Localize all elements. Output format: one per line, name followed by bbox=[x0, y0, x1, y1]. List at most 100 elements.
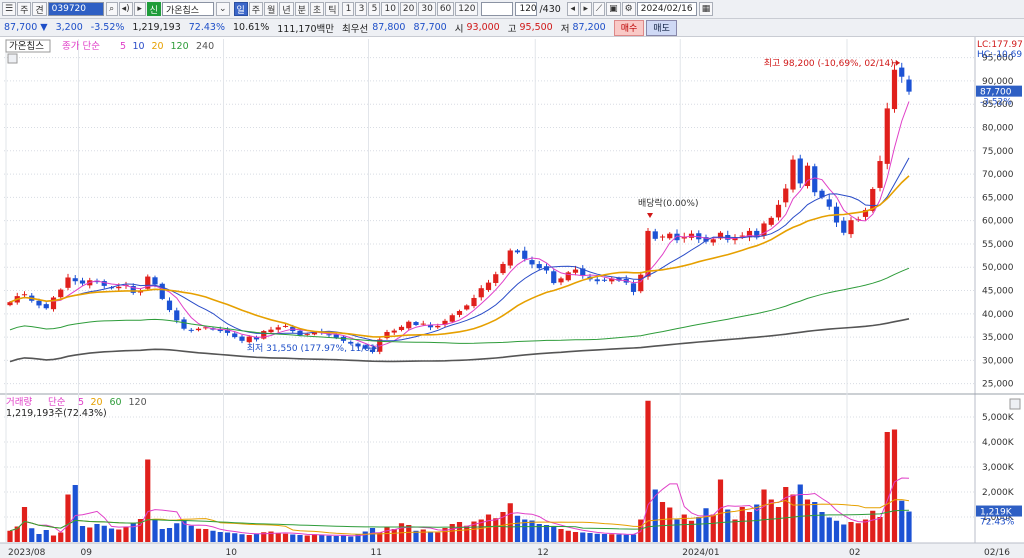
interval-120-button[interactable]: 120 bbox=[455, 2, 479, 16]
volume-bar bbox=[855, 523, 861, 542]
period-type-button[interactable]: 주 bbox=[17, 2, 32, 16]
period-day-button[interactable]: 일 bbox=[233, 2, 248, 16]
interval-1-button[interactable]: 1 bbox=[342, 2, 355, 16]
interval-60-button[interactable]: 60 bbox=[436, 2, 455, 16]
price-tick-label: 25,000 bbox=[982, 380, 1014, 390]
volume-bar bbox=[50, 535, 57, 542]
volume-bar bbox=[580, 532, 586, 542]
volume-bar bbox=[7, 530, 13, 542]
volume-bar bbox=[326, 535, 332, 542]
price-tick-label: 70,000 bbox=[982, 170, 1014, 180]
volume-tick-label: 4,000K bbox=[982, 438, 1015, 448]
candle-body bbox=[391, 330, 397, 333]
candle-body bbox=[594, 279, 600, 282]
period-year-button[interactable]: 년 bbox=[279, 2, 294, 16]
volume-bar bbox=[362, 531, 368, 542]
menu-icon[interactable]: ☰ bbox=[2, 2, 17, 16]
legend-price-label: 종가 단순 bbox=[62, 41, 100, 52]
speaker-icon[interactable]: ◂) bbox=[118, 2, 133, 16]
stock-code-input[interactable]: 039720 bbox=[47, 2, 104, 16]
candle-body bbox=[485, 282, 492, 290]
period-week-button[interactable]: 주 bbox=[248, 2, 264, 16]
candle-body bbox=[275, 327, 281, 330]
price-tick-label: 80,000 bbox=[982, 124, 1014, 134]
volume-bar bbox=[101, 525, 107, 542]
save-icon[interactable]: ▣ bbox=[606, 2, 621, 16]
price-tick-label: 35,000 bbox=[982, 333, 1014, 343]
stock-chart[interactable]: 95,00090,00085,00080,00075,00070,00065,0… bbox=[0, 37, 1024, 558]
interval-20-button[interactable]: 20 bbox=[399, 2, 418, 16]
best-ask: 87,700 bbox=[413, 22, 447, 33]
previous-icon[interactable]: ▸ bbox=[133, 2, 146, 16]
candle-body bbox=[116, 286, 122, 289]
price-tick-label: 65,000 bbox=[982, 193, 1014, 203]
candle-body bbox=[899, 67, 905, 77]
search-icon[interactable]: ⌕ bbox=[105, 2, 118, 16]
legend-price-period: 20 bbox=[152, 41, 164, 52]
volume-bar bbox=[87, 527, 93, 542]
interval-5-button[interactable]: 5 bbox=[368, 2, 381, 16]
volume-bar bbox=[732, 519, 738, 542]
volume-bar bbox=[623, 534, 629, 542]
price-change-pct: -3.52% bbox=[90, 22, 125, 33]
turnover-rate: 10.61% bbox=[233, 22, 270, 33]
x-tick-label: 2023/08 bbox=[8, 548, 46, 558]
volume-bar bbox=[108, 528, 115, 542]
legend-volume-name: 거래량 bbox=[6, 396, 32, 408]
period-month-button[interactable]: 월 bbox=[264, 2, 279, 16]
trend-icon[interactable]: ⟋ bbox=[592, 2, 606, 16]
legend-price-period: 5 bbox=[120, 41, 126, 52]
volume-bar bbox=[420, 529, 426, 542]
legend-price-period: 10 bbox=[133, 41, 145, 52]
volume-bar bbox=[703, 508, 709, 542]
scroll-left-icon[interactable]: ◂ bbox=[566, 2, 579, 16]
candle-body bbox=[674, 233, 680, 241]
volume-bar bbox=[203, 529, 209, 542]
x-tick-label: 11 bbox=[371, 548, 382, 558]
candle-body bbox=[326, 334, 332, 336]
volume-bar bbox=[485, 514, 492, 542]
date-field[interactable]: 2024/02/16 bbox=[636, 2, 697, 16]
count-input[interactable]: 120 bbox=[515, 2, 538, 16]
legend-volume-period: 120 bbox=[129, 397, 147, 408]
candle-body bbox=[268, 329, 274, 333]
volume-bar bbox=[819, 512, 825, 542]
stock-name-field[interactable]: 가온칩스 bbox=[161, 2, 214, 16]
volume-bar bbox=[311, 534, 318, 542]
view-button[interactable]: 견 bbox=[32, 2, 47, 16]
dropdown-icon[interactable]: ⌄ bbox=[215, 2, 230, 16]
price-tick-label: 75,000 bbox=[982, 147, 1014, 157]
price-tick-label: 60,000 bbox=[982, 217, 1014, 227]
sell-button[interactable]: 매도 bbox=[646, 19, 677, 36]
interval-3-button[interactable]: 3 bbox=[355, 2, 368, 16]
candle-body bbox=[710, 239, 716, 243]
best-bid: 87,800 bbox=[372, 22, 406, 33]
volume-bar bbox=[58, 532, 64, 542]
candle-body bbox=[72, 278, 78, 282]
price-change: 3,200 bbox=[55, 22, 83, 33]
high-annotation: 최고 98,200 (-10,69%, 02/14) bbox=[764, 58, 894, 69]
buy-button[interactable]: 매수 bbox=[613, 19, 645, 36]
period-minute-button[interactable]: 분 bbox=[294, 2, 309, 16]
calendar-icon[interactable]: ▦ bbox=[698, 2, 714, 16]
interval-10-button[interactable]: 10 bbox=[381, 2, 399, 16]
volume-bar bbox=[630, 534, 637, 542]
candle-body bbox=[848, 220, 854, 235]
candle-body bbox=[435, 325, 441, 328]
volume-bar bbox=[188, 525, 194, 542]
candle-body bbox=[398, 326, 405, 331]
price-tick-label: 55,000 bbox=[982, 240, 1014, 250]
price-tick-label: 45,000 bbox=[982, 287, 1014, 297]
interval-30-button[interactable]: 30 bbox=[418, 2, 436, 16]
settings-icon[interactable]: ⚙ bbox=[621, 2, 636, 16]
period-second-button[interactable]: 초 bbox=[309, 2, 325, 16]
volume-bar bbox=[884, 432, 890, 542]
interval-input[interactable] bbox=[481, 2, 514, 16]
high-price: 95,500 bbox=[519, 22, 553, 33]
scroll-right-icon[interactable]: ▸ bbox=[579, 2, 592, 16]
chart-background bbox=[0, 37, 1024, 558]
candle-body bbox=[638, 274, 644, 292]
volume-bar bbox=[609, 534, 615, 542]
period-tick-button[interactable]: 틱 bbox=[325, 2, 340, 16]
legend-price-period: 120 bbox=[171, 41, 189, 52]
